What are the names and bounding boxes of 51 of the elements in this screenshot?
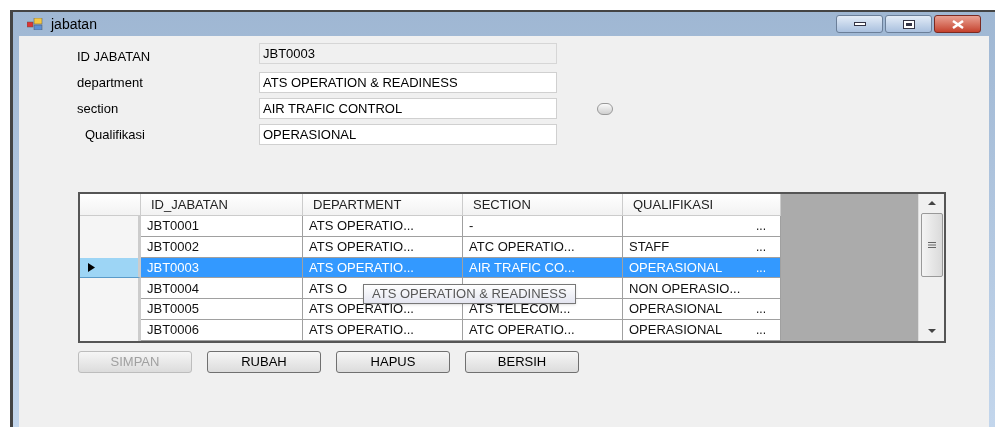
maximize-button[interactable] xyxy=(885,15,932,33)
table-cell: JBT0004 xyxy=(141,278,303,300)
current-row-arrow-icon xyxy=(88,263,95,272)
table-cell: ATS OPERATIO... xyxy=(303,215,463,237)
field-label: department xyxy=(77,73,144,92)
grip-icon xyxy=(927,242,936,248)
row-header[interactable] xyxy=(80,257,141,279)
table-cell: OPERASIONAL ... xyxy=(623,257,781,279)
action-button[interactable]: BERSIH xyxy=(465,351,579,373)
radio-button[interactable] xyxy=(597,102,613,115)
table-cell: JBT0006 xyxy=(141,320,303,341)
field-label: Qualifikasi xyxy=(84,125,146,144)
column-header[interactable]: ID_JABATAN xyxy=(141,194,303,215)
text-field[interactable]: AIR TRAFIC CONTROL xyxy=(259,98,557,119)
close-button[interactable] xyxy=(934,15,981,33)
table-cell: JBT0002 xyxy=(141,236,303,258)
column-header[interactable]: QUALIFIKASI xyxy=(623,194,781,215)
scroll-up-icon xyxy=(927,201,936,205)
table-cell: OPERASIONAL ... xyxy=(623,299,781,321)
column-header[interactable]: SECTION xyxy=(463,194,623,215)
table-cell: - xyxy=(463,215,623,237)
window-icon xyxy=(27,18,43,30)
table-cell: ATC OPERATIO... xyxy=(463,320,623,341)
scroll-down-icon xyxy=(927,329,936,333)
restore-icon xyxy=(902,19,915,29)
scrollbar[interactable] xyxy=(918,194,944,341)
text-field[interactable]: ATS OPERATION & READINESS xyxy=(259,72,557,93)
action-button[interactable]: RUBAH xyxy=(207,351,321,373)
table-cell: JBT0005 xyxy=(141,299,303,321)
table-cell: JBT0001 xyxy=(141,215,303,237)
field-label: section xyxy=(77,99,120,118)
table-cell: STAFF ... xyxy=(623,236,781,258)
table-cell: ATS OPERATIO... xyxy=(303,236,463,258)
field-label: ID JABATAN xyxy=(77,47,152,66)
window-title: jabatan xyxy=(51,14,97,34)
table-cell: ATS OPERATIO... xyxy=(303,320,463,341)
table-cell: AIR TRAFIC CO... xyxy=(463,257,623,279)
table-cell: JBT0003 xyxy=(141,257,303,279)
column-header[interactable]: DEPARTMENT xyxy=(303,194,463,215)
table-cell: ... xyxy=(623,215,781,237)
text-field[interactable]: OPERASIONAL xyxy=(259,124,557,145)
table-cell: ATS OPERATIO... xyxy=(303,257,463,279)
scrollbar-thumb[interactable] xyxy=(920,213,943,277)
table-cell: OPERASIONAL ... xyxy=(623,320,781,341)
close-icon xyxy=(950,19,965,29)
action-button[interactable]: HAPUS xyxy=(336,351,450,373)
table-cell: ATC OPERATIO... xyxy=(463,236,623,258)
minimize-button[interactable] xyxy=(836,15,883,33)
table-cell: NON OPERASIO... xyxy=(623,278,781,300)
tooltip: ATS OPERATION & READINESS xyxy=(363,284,576,304)
minimize-icon xyxy=(853,22,866,26)
